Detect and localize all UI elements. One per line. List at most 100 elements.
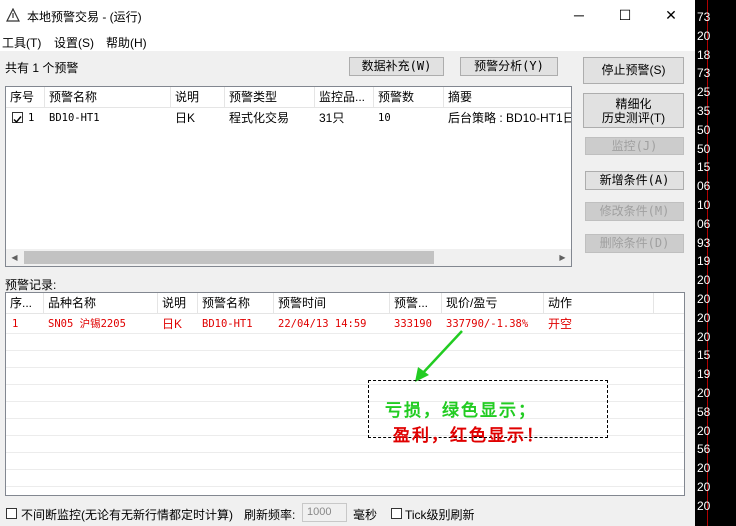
side-number: 50	[697, 122, 711, 137]
records-label: 预警记录:	[5, 278, 57, 292]
cell-desc: 日K	[175, 111, 196, 125]
annotation-profit-text: 盈利，红色显示！	[393, 426, 545, 445]
add-condition-button[interactable]: 新增条件(A)	[585, 171, 684, 190]
window-title: 本地预警交易 - (运行)	[27, 10, 142, 24]
delete-condition-button[interactable]: 删除条件(D)	[585, 234, 684, 253]
cell-summary: 后台策略 : BD10-HT1日	[448, 111, 572, 125]
side-number: 10	[697, 198, 711, 212]
col-header[interactable]: 现价/盈亏	[442, 293, 544, 313]
close-button[interactable]: ✕	[648, 0, 694, 31]
monitor-button[interactable]: 监控(J)	[585, 137, 684, 155]
alert-analysis-button[interactable]: 预警分析(Y)	[460, 57, 558, 76]
row-checkbox[interactable]	[12, 112, 23, 124]
main-window: 本地预警交易 - (运行) ─ ☐ ✕ 工具(T) 设置(S) 帮助(H) 共有…	[0, 0, 695, 526]
col-header[interactable]: 预警名称	[45, 87, 171, 107]
menu-tools[interactable]: 工具(T)	[2, 34, 41, 51]
records-table-header: 序... 品种名称 说明 预警名称 预警时间 预警... 现价/盈亏 动作	[6, 293, 684, 314]
side-number: 58	[697, 404, 711, 419]
cell-product: SN05 沪锡2205	[48, 318, 126, 330]
col-header[interactable]: 预警数	[374, 87, 444, 107]
annotation-loss-text: 亏损，绿色显示；	[385, 401, 537, 420]
scroll-left-icon[interactable]: ◀	[6, 249, 23, 266]
cell-type: 程式化交易	[229, 111, 290, 125]
horizontal-scrollbar[interactable]: ◀ ▶	[6, 249, 571, 266]
side-number: 20	[697, 28, 711, 43]
col-header[interactable]: 预警...	[390, 293, 442, 313]
alerts-table: 序号 预警名称 说明 预警类型 监控品... 预警数 摘要 1 BD10-HT1…	[5, 86, 572, 267]
side-number: 56	[697, 442, 711, 457]
side-number: 20	[697, 292, 711, 306]
refine-line2: 历史测评(T)	[601, 111, 666, 125]
col-header[interactable]: 预警类型	[225, 87, 315, 107]
col-header[interactable]: 摘要	[444, 87, 571, 107]
side-number: 35	[697, 104, 711, 118]
side-number: 06	[697, 216, 711, 231]
col-header[interactable]: 预警名称	[198, 293, 274, 313]
cell-count: 10	[378, 112, 391, 124]
col-header[interactable]: 监控品...	[315, 87, 374, 107]
col-header[interactable]: 预警时间	[274, 293, 390, 313]
col-header[interactable]: 品种名称	[44, 293, 158, 313]
side-number: 25	[697, 85, 711, 100]
side-number: 20	[697, 329, 711, 344]
side-number: 19	[697, 367, 711, 382]
col-header[interactable]: 序...	[6, 293, 44, 313]
col-header[interactable]: 序号	[6, 87, 45, 107]
maximize-button[interactable]: ☐	[602, 0, 648, 31]
side-number: 20	[697, 273, 711, 288]
data-fill-button[interactable]: 数据补充(W)	[349, 57, 444, 76]
alert-count-label: 共有 1 个预警	[5, 61, 79, 75]
title-bar: 本地预警交易 - (运行) ─ ☐ ✕	[0, 0, 695, 31]
cell-no: 1	[12, 318, 19, 330]
stop-alert-button[interactable]: 停止预警(S)	[583, 57, 684, 84]
tick-refresh-checkbox[interactable]	[391, 508, 402, 519]
check-icon	[13, 116, 22, 124]
alerts-table-header: 序号 预警名称 说明 预警类型 监控品... 预警数 摘要	[6, 87, 571, 108]
menu-settings[interactable]: 设置(S)	[54, 34, 94, 51]
tick-refresh-label: Tick级别刷新	[405, 508, 475, 522]
side-number: 15	[697, 348, 711, 363]
continuous-monitor-label: 不间断监控(无论有无新行情都定时计算)	[21, 508, 233, 522]
col-header[interactable]: 说明	[158, 293, 198, 313]
side-number: 20	[697, 310, 711, 325]
side-number: 18	[697, 47, 711, 62]
grid-line	[6, 367, 684, 368]
unit-label: 毫秒	[353, 508, 378, 522]
side-number: 73	[697, 66, 711, 81]
continuous-monitor-checkbox[interactable]	[6, 508, 17, 519]
menu-bar: 工具(T) 设置(S) 帮助(H)	[0, 31, 695, 51]
col-header[interactable]: 说明	[171, 87, 225, 107]
refresh-rate-input[interactable]: 1000	[302, 503, 347, 522]
side-number: 73	[697, 10, 711, 24]
refine-line1: 精细化	[615, 97, 652, 111]
grid-line	[6, 469, 684, 470]
side-number: 15	[697, 160, 711, 175]
refine-backtest-button[interactable]: 精细化 历史测评(T)	[583, 93, 684, 128]
side-number: 93	[697, 235, 711, 250]
side-number: 20	[697, 461, 711, 476]
annotation-arrow-icon	[415, 330, 463, 382]
app-icon	[6, 8, 20, 22]
cell-no: 1	[28, 112, 35, 124]
side-number: 20	[697, 423, 711, 438]
refresh-rate-label: 刷新频率:	[244, 508, 296, 522]
edit-condition-button[interactable]: 修改条件(M)	[585, 202, 684, 221]
cell-name: BD10-HT1	[49, 112, 100, 124]
grid-line	[6, 350, 684, 351]
col-header[interactable]: 动作	[544, 293, 654, 313]
cell-time: 22/04/13 14:59	[278, 318, 367, 330]
grid-line	[6, 452, 684, 453]
side-number: 50	[697, 141, 711, 156]
menu-help[interactable]: 帮助(H)	[106, 34, 147, 51]
grid-line	[6, 486, 684, 487]
side-number: 20	[697, 480, 711, 494]
cell-action: 开空	[548, 317, 573, 331]
scroll-right-icon[interactable]: ▶	[554, 249, 571, 266]
cell-desc: 日K	[162, 317, 183, 331]
cell-alert-name: BD10-HT1	[202, 318, 253, 330]
scroll-thumb[interactable]	[24, 251, 434, 264]
minimize-button[interactable]: ─	[556, 0, 602, 31]
grid-line	[6, 333, 684, 334]
side-number: 19	[697, 254, 711, 269]
side-number: 06	[697, 179, 711, 194]
